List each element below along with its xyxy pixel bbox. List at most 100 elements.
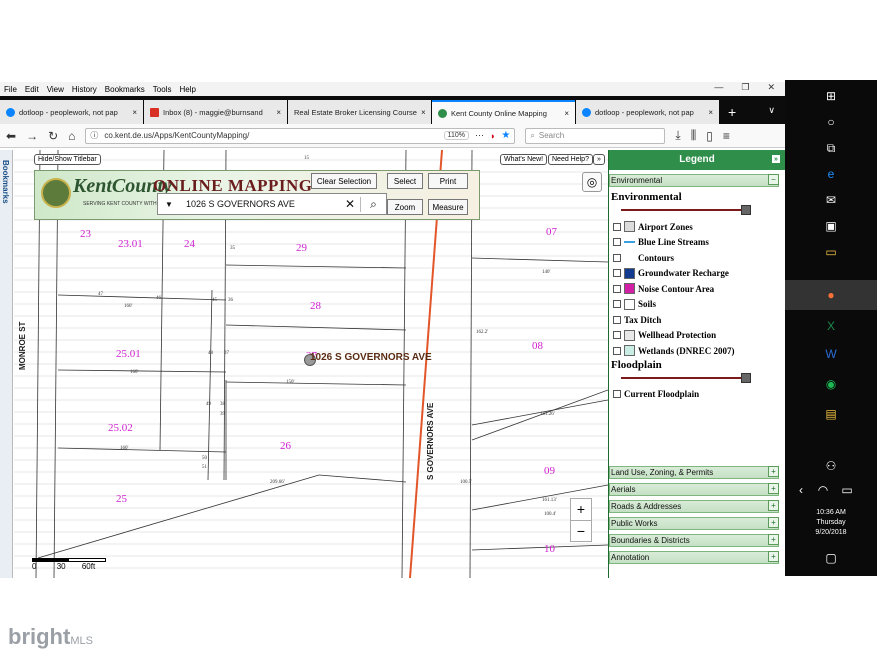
file-explorer-icon[interactable]: ▭ — [823, 244, 839, 260]
legend-section-boundaries[interactable]: Boundaries & Districts + — [609, 534, 779, 547]
tab-overflow-icon[interactable]: ∨ — [758, 105, 785, 124]
tab-close-icon[interactable]: × — [708, 108, 713, 117]
collapse-icon[interactable]: − — [768, 174, 779, 185]
excel-icon[interactable]: X — [823, 318, 839, 334]
sidebar-icon[interactable]: ▯ — [706, 129, 713, 143]
layer-checkbox[interactable] — [613, 284, 621, 293]
close-window-button[interactable]: ✕ — [767, 82, 775, 93]
legend-section-public-works[interactable]: Public Works + — [609, 517, 779, 530]
search-icon[interactable]: ⌕ — [360, 196, 386, 212]
layer-checkbox[interactable] — [613, 390, 621, 399]
people-icon[interactable]: ⚇ — [823, 458, 839, 474]
zoom-out-button[interactable]: − — [571, 521, 591, 542]
site-info-icon[interactable]: ⓘ — [90, 130, 98, 141]
layer-checkbox[interactable] — [613, 315, 621, 324]
legend-section-roads[interactable]: Roads & Addresses + — [609, 500, 779, 513]
expand-icon[interactable]: + — [768, 466, 779, 477]
show-hidden-icons-chevron-icon[interactable]: ‹ — [793, 482, 809, 498]
new-tab-button[interactable]: + — [720, 104, 744, 124]
restore-button[interactable]: ❐ — [741, 82, 749, 93]
library-icon[interactable]: ⫼ — [691, 128, 697, 143]
tab-close-icon[interactable]: × — [421, 108, 426, 117]
legend-section-aerials[interactable]: Aerials + — [609, 483, 779, 496]
bookmarks-label[interactable]: Bookmarks — [1, 160, 10, 204]
reload-icon[interactable]: ↻ — [48, 129, 58, 143]
tab-licensing[interactable]: Real Estate Broker Licensing Course × — [288, 100, 431, 124]
slider-thumb[interactable] — [741, 372, 751, 383]
slider-thumb[interactable] — [741, 205, 751, 215]
layer-checkbox[interactable] — [613, 222, 621, 231]
collapse-legend-icon[interactable]: » — [771, 154, 781, 164]
address-search-input[interactable]: ▼ 1026 S GOVERNORS AVE ✕ ⌕ — [157, 193, 387, 215]
battery-icon[interactable]: ▭ — [839, 482, 855, 498]
notifications-icon[interactable]: ▢ — [823, 550, 839, 566]
search-field[interactable]: ⌕ Search — [525, 127, 666, 144]
tab-close-icon[interactable]: × — [132, 108, 137, 117]
url-bar[interactable]: ⓘ co.kent.de.us/Apps/KentCountyMapping/ … — [85, 127, 516, 144]
spotify-icon[interactable]: ◉ — [823, 376, 839, 392]
search-type-dropdown-icon[interactable]: ▼ — [158, 200, 180, 209]
double-arrow-icon[interactable]: » — [593, 154, 605, 165]
environmental-opacity-slider[interactable] — [621, 205, 751, 215]
whats-new-button[interactable]: What's New! — [500, 154, 548, 165]
clock-time[interactable]: 10:36 AM — [785, 508, 877, 518]
legend-section-annotation[interactable]: Annotation + — [609, 551, 779, 564]
layer-checkbox[interactable] — [613, 253, 621, 262]
pocket-icon[interactable]: ◗ — [490, 131, 495, 141]
layer-checkbox[interactable] — [613, 346, 621, 355]
expand-icon[interactable]: + — [768, 534, 779, 545]
legend-section-land-use[interactable]: Land Use, Zoning, & Permits + — [609, 466, 779, 479]
network-icon[interactable]: ◠ — [815, 482, 831, 498]
layer-checkbox[interactable] — [613, 300, 621, 309]
need-help-button[interactable]: Need Help? — [548, 154, 593, 165]
locate-me-icon[interactable]: ◎ — [582, 172, 602, 192]
more-icon[interactable]: ⋯ — [475, 130, 484, 141]
clear-search-icon[interactable]: ✕ — [340, 197, 360, 211]
zoom-in-button[interactable]: + — [571, 499, 591, 521]
zoom-level[interactable]: 110% — [443, 131, 469, 140]
layer-checkbox[interactable] — [613, 238, 621, 247]
expand-icon[interactable]: + — [768, 551, 779, 562]
menu-bookmarks[interactable]: Bookmarks — [105, 85, 145, 94]
back-icon[interactable]: ⬅ — [6, 129, 16, 143]
floodplain-opacity-slider[interactable] — [621, 372, 751, 383]
word-icon[interactable]: W — [823, 346, 839, 362]
task-view-icon[interactable]: ⧉ — [823, 140, 839, 156]
explorer-pinned-icon[interactable]: ▤ — [823, 406, 839, 422]
forward-icon[interactable]: → — [26, 129, 38, 143]
expand-icon[interactable]: + — [768, 517, 779, 528]
minimize-button[interactable]: — — [714, 82, 723, 93]
expand-icon[interactable]: + — [768, 483, 779, 494]
mail-icon[interactable]: ✉ — [823, 192, 839, 208]
firefox-icon[interactable]: ● — [785, 280, 877, 310]
tab-close-icon[interactable]: × — [276, 108, 281, 117]
legend-section-environmental[interactable]: Environmental − — [609, 174, 779, 187]
zoom-button[interactable]: Zoom — [387, 199, 423, 215]
home-icon[interactable]: ⌂ — [68, 129, 75, 143]
print-button[interactable]: Print — [428, 173, 468, 189]
layer-checkbox[interactable] — [613, 269, 621, 278]
hide-show-titlebar-button[interactable]: Hide/Show Titlebar — [34, 154, 101, 165]
download-icon[interactable]: ⤓ — [675, 128, 680, 143]
expand-icon[interactable]: + — [768, 500, 779, 511]
measure-button[interactable]: Measure — [428, 199, 468, 215]
tab-close-icon[interactable]: × — [564, 109, 569, 118]
cortana-icon[interactable]: ○ — [823, 114, 839, 130]
store-icon[interactable]: ▣ — [823, 218, 839, 234]
menu-edit[interactable]: Edit — [25, 85, 39, 94]
tab-dotloop-2[interactable]: dotloop - peoplework, not pap × — [576, 100, 719, 124]
menu-tools[interactable]: Tools — [153, 85, 172, 94]
menu-view[interactable]: View — [47, 85, 64, 94]
tab-kent-county-mapping[interactable]: Kent County Online Mapping × — [432, 100, 575, 124]
clear-selection-button[interactable]: Clear Selection — [311, 173, 377, 189]
menu-help[interactable]: Help — [179, 85, 195, 94]
hamburger-menu-icon[interactable]: ≡ — [723, 129, 730, 143]
tab-dotloop-1[interactable]: dotloop - peoplework, not pap × — [0, 100, 143, 124]
edge-icon[interactable]: e — [823, 166, 839, 182]
select-button[interactable]: Select — [387, 173, 423, 189]
layer-checkbox[interactable] — [613, 331, 621, 340]
windows-start-icon[interactable]: ⊞ — [823, 88, 839, 104]
menu-history[interactable]: History — [72, 85, 97, 94]
tab-inbox[interactable]: Inbox (8) - maggie@burnsand × — [144, 100, 287, 124]
menu-file[interactable]: File — [4, 85, 17, 94]
